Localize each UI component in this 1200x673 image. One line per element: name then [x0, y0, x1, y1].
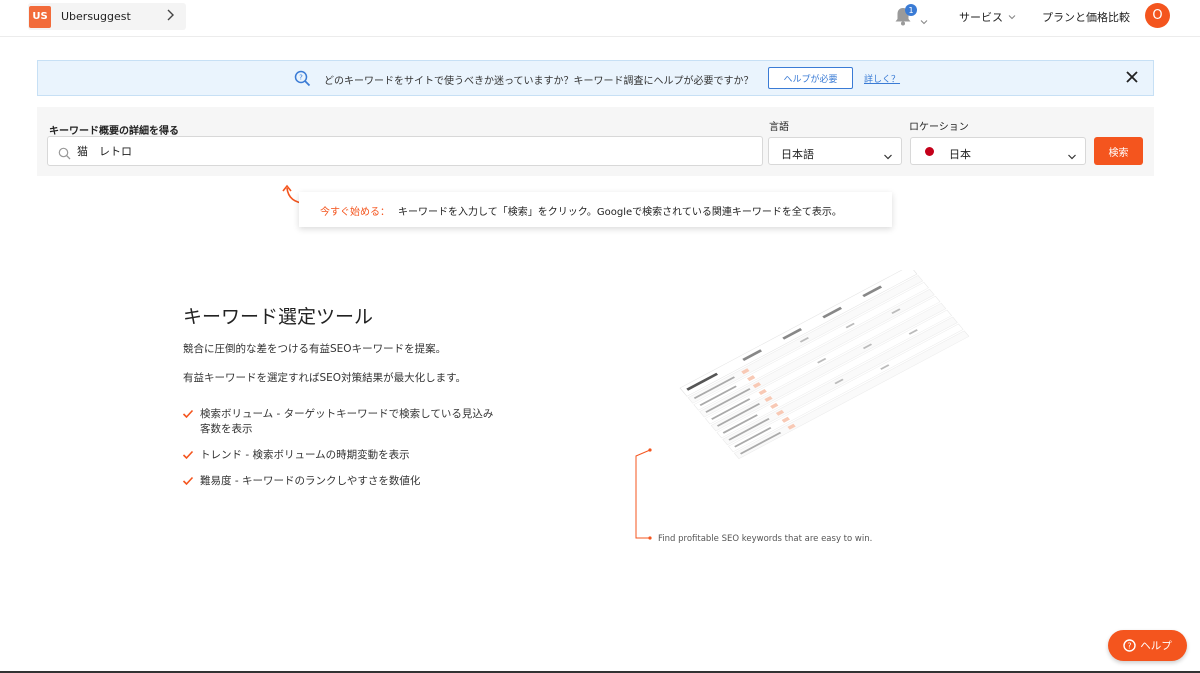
keyword-input[interactable] — [77, 142, 747, 160]
chevron-down-icon[interactable] — [920, 11, 928, 25]
feature-bullet-text: 検索ボリューム - ターゲットキーワードで検索している見込み客数を表示 — [200, 408, 494, 435]
japan-flag-icon — [925, 147, 934, 156]
list-item: 難易度 - キーワードのランクしやすさを数値化 — [182, 474, 502, 489]
help-button[interactable]: ? ヘルプ — [1108, 630, 1187, 661]
svg-text:?: ? — [1128, 641, 1132, 650]
language-value: 日本語 — [781, 148, 814, 161]
project-logo: US — [29, 5, 51, 28]
callout-bracket — [635, 448, 652, 540]
svg-text:?: ? — [299, 74, 303, 82]
search-button[interactable]: 検索 — [1094, 137, 1143, 165]
need-help-button[interactable]: ヘルプが必要 — [768, 67, 853, 89]
search-panel: キーワード概要の詳細を得る 言語 ロケーション 日本語 日本 検索 — [37, 107, 1154, 176]
chevron-down-icon — [1067, 147, 1077, 160]
feature-bullet-text: 難易度 - キーワードのランクしやすさを数値化 — [200, 475, 421, 487]
learn-more-link[interactable]: 詳しく？ — [864, 72, 900, 85]
services-label: サービス — [959, 11, 1003, 24]
check-icon — [182, 476, 194, 486]
check-icon — [182, 450, 194, 460]
search-icon — [58, 145, 71, 160]
feature-description: 競合に圧倒的な差をつける有益SEOキーワードを提案。 — [183, 343, 447, 355]
tip-highlight: 今すぐ始める： — [320, 207, 390, 218]
chevron-down-icon — [883, 147, 893, 160]
keyword-table-illustration — [679, 270, 970, 459]
getting-started-tip: 今すぐ始める： キーワードを入力して「検索」をクリック。Googleで検索されて… — [299, 192, 892, 227]
help-label: ヘルプ — [1140, 640, 1172, 652]
check-icon — [182, 409, 194, 419]
notification-badge: 1 — [905, 4, 917, 16]
location-label: ロケーション — [909, 122, 969, 133]
keyword-label: キーワード概要の詳細を得る — [49, 126, 179, 137]
illustration-caption: Find profitable SEO keywords that are ea… — [658, 534, 873, 544]
feature-list: 検索ボリューム - ターゲットキーワードで検索している見込み客数を表示 トレンド… — [182, 407, 502, 500]
services-menu[interactable]: サービス — [959, 9, 1016, 25]
location-value: 日本 — [949, 148, 971, 161]
chevron-down-icon — [1008, 15, 1016, 20]
chevron-right-icon — [166, 9, 174, 24]
list-item: トレンド - 検索ボリュームの時期変動を表示 — [182, 448, 502, 463]
close-icon[interactable] — [1125, 69, 1139, 83]
plans-link[interactable]: プランと価格比較 — [1042, 9, 1130, 25]
location-select[interactable]: 日本 — [910, 137, 1086, 165]
language-select[interactable]: 日本語 — [768, 137, 902, 165]
language-label: 言語 — [769, 122, 789, 133]
project-selector[interactable]: US Ubersuggest — [28, 3, 186, 30]
feature-description: 有益キーワードを選定すればSEO対策結果が最大化します。 — [183, 372, 467, 384]
project-name: Ubersuggest — [61, 10, 131, 23]
tip-text: キーワードを入力して「検索」をクリック。Googleで検索されている関連キーワー… — [398, 207, 842, 218]
search-help-icon: ? — [294, 70, 311, 87]
keyword-field[interactable] — [47, 136, 763, 166]
top-navbar: US Ubersuggest 1 サービス プランと価格比較 O — [0, 0, 1200, 37]
question-circle-icon: ? — [1123, 639, 1136, 652]
info-banner: ? どのキーワードをサイトで使うべきか迷っていますか？キーワード調査にヘルプが必… — [37, 60, 1154, 96]
feature-title: キーワード選定ツール — [183, 306, 374, 328]
list-item: 検索ボリューム - ターゲットキーワードで検索している見込み客数を表示 — [182, 407, 502, 437]
feature-bullet-text: トレンド - 検索ボリュームの時期変動を表示 — [200, 449, 410, 461]
avatar[interactable]: O — [1145, 3, 1170, 28]
banner-text: どのキーワードをサイトで使うべきか迷っていますか？キーワード調査にヘルプが必要で… — [324, 76, 754, 87]
